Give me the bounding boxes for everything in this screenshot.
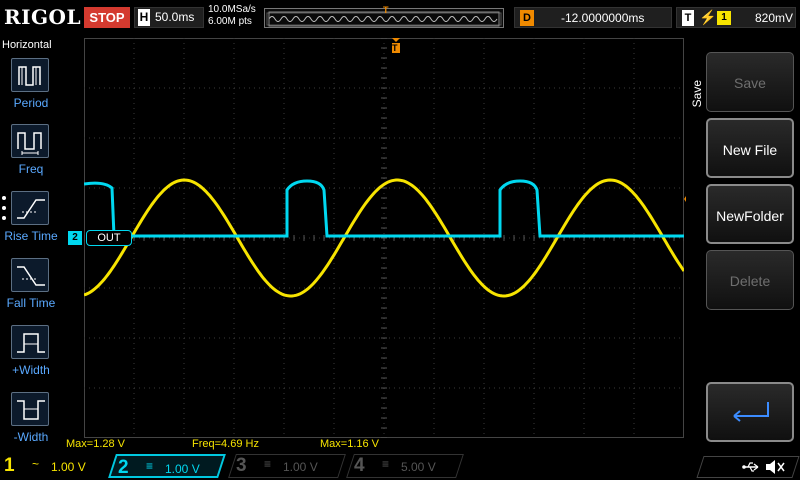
ch2-marker-number: 2 <box>72 232 78 243</box>
channel-1-button[interactable]: 1 ~ 1.00 V <box>0 454 104 478</box>
measure-freq-label: Freq <box>18 162 44 176</box>
timebase-value: 50.0ms <box>155 10 195 24</box>
measure-fall-time-label: Fall Time <box>6 296 56 310</box>
horizontal-label: H <box>138 9 150 26</box>
speaker-muted-icon <box>766 460 785 474</box>
measure-neg-width-label: -Width <box>13 430 49 444</box>
status-icons <box>696 456 800 478</box>
trigger-source: 1 <box>717 11 731 25</box>
trigger-marker-letter: T <box>392 43 398 53</box>
ch3-coupling-icon: ≡ <box>264 457 272 471</box>
ch1-scale: 1.00 V <box>51 460 86 474</box>
save-button[interactable]: Save <box>706 52 794 112</box>
delay-value: -12.0000000ms <box>561 11 645 25</box>
channel-4-button[interactable]: 4 ≡ 5.00 V <box>346 454 464 478</box>
ch2-number: 2 <box>118 457 129 478</box>
ch2-scale: 1.00 V <box>165 462 200 476</box>
new-file-button[interactable]: New File <box>706 118 794 178</box>
measure-period-button[interactable]: Period <box>0 56 62 118</box>
measure-result-ch1-max: Max=1.28 V <box>66 438 126 450</box>
ch4-number: 4 <box>354 455 365 476</box>
measure-result-max: Max=1.16 V <box>320 438 380 450</box>
ch2-label-tag: OUT <box>86 230 132 246</box>
waveform-graphic <box>84 38 684 438</box>
return-arrow-icon <box>733 402 769 422</box>
memory-waveform-overview[interactable]: T <box>264 5 504 28</box>
top-status-bar: RIGOL STOP H 50.0ms 10.0MSa/s 6.00M pts … <box>0 0 800 36</box>
horizontal-measure-menu: Horizontal Period Freq Rise Time Fall Ti… <box>0 36 62 452</box>
channel-2-button[interactable]: 2 ≡ 1.00 V <box>108 454 226 478</box>
new-folder-button[interactable]: NewFolder <box>706 184 794 244</box>
measure-result-freq: Freq=4.69 Hz <box>192 438 259 450</box>
ch3-number: 3 <box>236 455 247 476</box>
measure-pos-width-button[interactable]: +Width <box>0 323 62 385</box>
neg-width-icon <box>11 392 49 426</box>
ch2-coupling-icon: ≡ <box>146 459 154 473</box>
measure-fall-time-button[interactable]: Fall Time <box>0 256 62 318</box>
ch3-scale: 1.00 V <box>283 460 318 474</box>
measure-freq-button[interactable]: Freq <box>0 122 62 184</box>
save-menu: Save Save New File NewFolder Delete <box>686 36 800 442</box>
fall-time-icon <box>11 258 49 292</box>
sample-rate: 10.0MSa/s <box>208 4 256 15</box>
trigger-label: T <box>682 10 694 26</box>
trigger-display[interactable]: T ⚡ 1 820mV <box>676 7 796 28</box>
menu-title: Horizontal <box>2 39 52 51</box>
return-button[interactable] <box>706 382 794 442</box>
measure-neg-width-button[interactable]: -Width <box>0 390 62 452</box>
measure-rise-time-button[interactable]: Rise Time <box>0 189 62 251</box>
ch4-coupling-icon: ≡ <box>382 457 390 471</box>
trigger-level: 820mV <box>755 11 794 25</box>
save-menu-title: Save <box>690 80 704 108</box>
channel-bar: 1 ~ 1.00 V 2 ≡ 1.00 V 3 ≡ 1.00 V 4 ≡ 5.0… <box>0 452 800 480</box>
channel-3-button[interactable]: 3 ≡ 1.00 V <box>228 454 346 478</box>
measure-period-label: Period <box>13 96 49 110</box>
delay-label: D <box>520 10 534 26</box>
rising-edge-icon: ⚡ <box>699 9 717 25</box>
ch1-number: 1 <box>4 455 15 476</box>
period-icon <box>11 58 49 92</box>
horizontal-delay-display[interactable]: D -12.0000000ms <box>514 7 672 28</box>
menu-page-dots <box>2 196 6 226</box>
measure-rise-time-label: Rise Time <box>4 229 58 243</box>
ch1-coupling-icon: ~ <box>32 457 40 471</box>
ch2-label-text: OUT <box>97 232 121 244</box>
freq-icon <box>11 124 49 158</box>
ch4-scale: 5.00 V <box>401 460 436 474</box>
delete-button[interactable]: Delete <box>706 250 794 310</box>
usb-icon <box>742 462 759 472</box>
status-icons-graphic <box>742 460 785 474</box>
trigger-position-marker[interactable]: T <box>390 38 402 54</box>
run-stop-indicator[interactable]: STOP <box>84 7 130 28</box>
memory-depth: 6.00M pts <box>208 16 252 27</box>
pos-width-icon <box>11 325 49 359</box>
rigol-logo: RIGOL <box>4 5 82 29</box>
waveform-display[interactable]: 2 OUT T <box>68 38 696 438</box>
rise-time-icon <box>11 191 49 225</box>
memory-trigger-marker: T <box>383 5 389 15</box>
timebase-display[interactable]: H 50.0ms <box>134 7 204 28</box>
measure-pos-width-label: +Width <box>12 363 50 377</box>
ch2-ground-marker[interactable]: 2 <box>68 231 82 245</box>
sample-info: 10.0MSa/s 6.00M pts <box>208 4 256 28</box>
measurement-results: Max=1.28 V Freq=4.69 Hz Max=1.16 V <box>62 438 686 452</box>
